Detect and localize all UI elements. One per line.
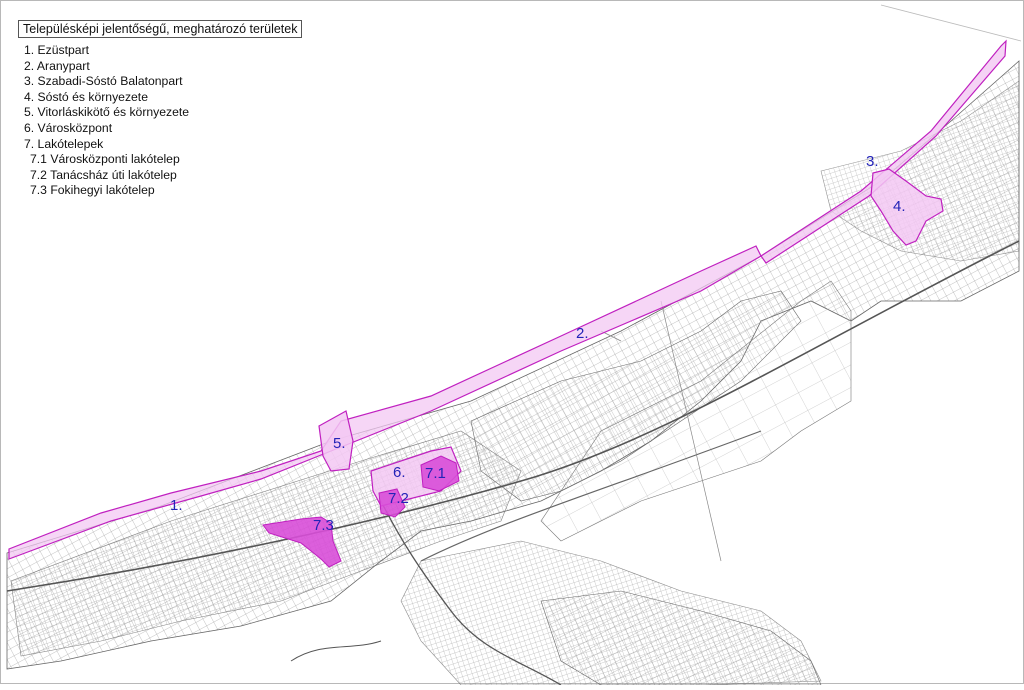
zone-label-6: 6.: [393, 464, 406, 481]
legend-item: 2. Aranypart: [24, 58, 90, 73]
lake-reference-line: [880, 4, 1022, 42]
legend-item: 3. Szabadi-Sóstó Balatonpart: [24, 74, 183, 89]
zone-label-7-3: 7.3: [313, 517, 334, 534]
legend-item: 6. Városközpont: [24, 120, 113, 135]
legend-item: 1. Ezüstpart: [24, 43, 90, 57]
legend-title: Településképi jelentőségű, meghatározó t…: [18, 20, 303, 38]
zone-label-1: 1.: [170, 497, 183, 514]
zone-label-3: 3.: [866, 153, 879, 170]
legend: 1. Ezüstpart 2. Aranypart 3. Szabadi-Sóstó…: [24, 43, 189, 199]
zone-label-7-2: 7.2: [388, 490, 409, 507]
legend-item: 7.2 Tanácsház úti lakótelep: [30, 167, 177, 182]
legend-item: 7.3 Fokihegyi lakótelep: [30, 183, 155, 198]
legend-item: 7.1 Városközponti lakótelep: [30, 152, 180, 167]
legend-item: 4. Sóstó és környezete: [24, 89, 148, 104]
zone-label-5: 5.: [333, 435, 346, 452]
zone-label-2: 2.: [576, 325, 589, 342]
zone-label-4: 4.: [893, 198, 906, 215]
legend-item: 5. Vitorláskikötő és környezete: [24, 105, 190, 120]
legend-item: 7. Lakótelepek: [24, 136, 104, 151]
zone-label-7-1: 7.1: [425, 465, 446, 482]
